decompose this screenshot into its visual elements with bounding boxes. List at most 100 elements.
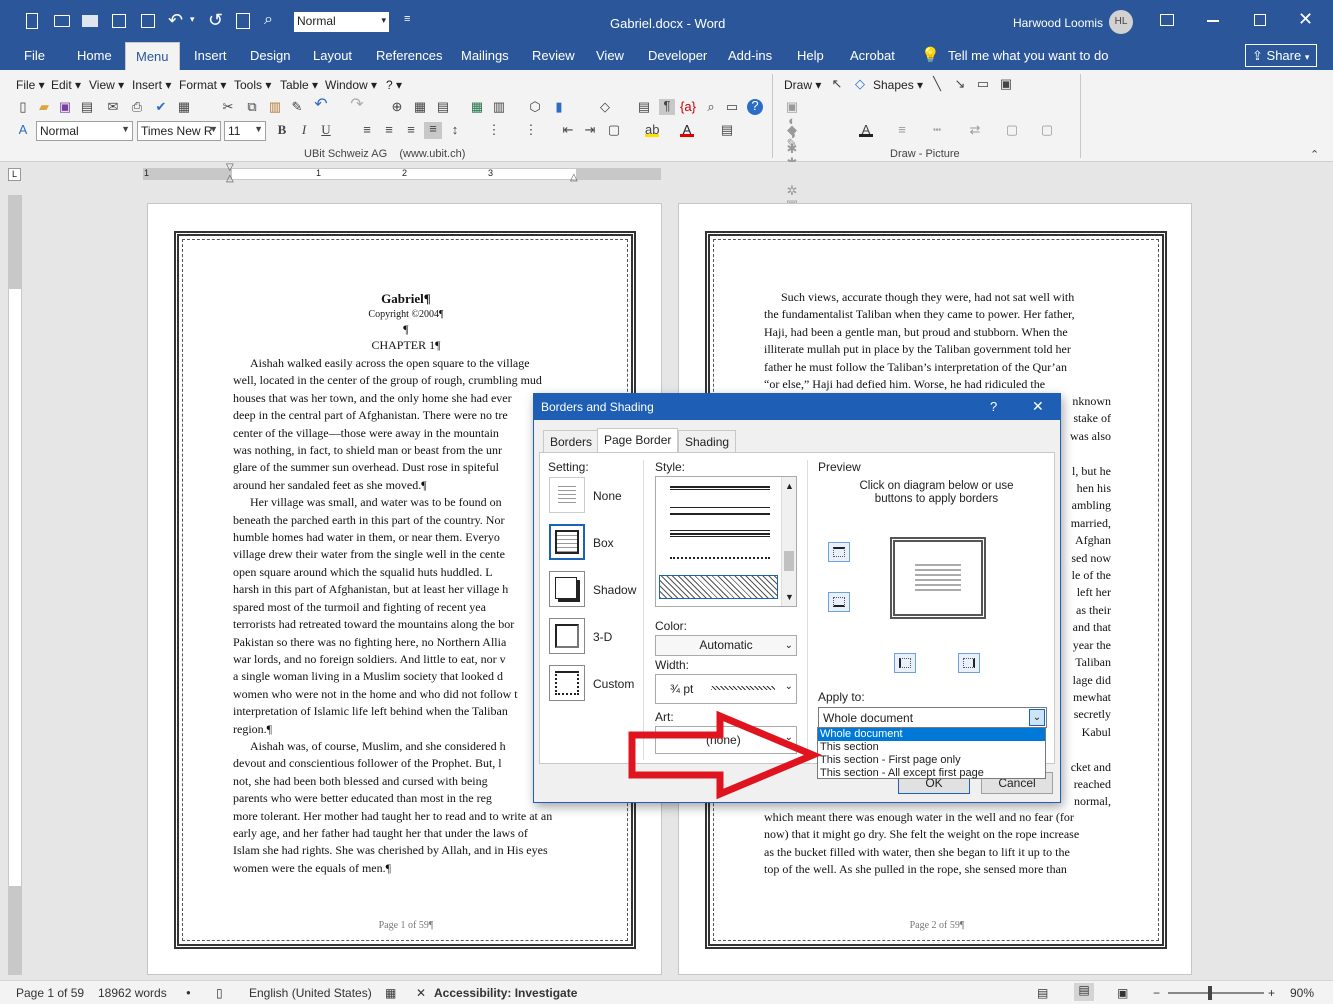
customize-qat-icon[interactable]: ≡ xyxy=(404,13,410,25)
collapse-ribbon-icon[interactable]: ⌃ xyxy=(1310,148,1319,161)
left-border-button[interactable] xyxy=(894,653,916,673)
web-layout-icon[interactable]: ▣ xyxy=(1117,986,1128,1000)
table-icon[interactable]: ▦ xyxy=(413,100,427,114)
tab-insert[interactable]: Insert xyxy=(194,48,227,63)
setting-none-thumb[interactable] xyxy=(549,477,585,513)
undo-icon[interactable]: ↶ xyxy=(168,10,183,31)
research-icon[interactable]: ▦ xyxy=(177,100,191,114)
bold-icon[interactable]: B xyxy=(275,123,289,137)
tab-selector-icon[interactable]: L xyxy=(8,168,21,181)
zoom-slider-thumb[interactable] xyxy=(1208,986,1212,1000)
tab-references[interactable]: References xyxy=(376,48,442,63)
share-button[interactable]: ⇪ Share ▾ xyxy=(1245,44,1317,67)
horizontal-ruler[interactable]: 1 1 2 3 xyxy=(143,168,661,180)
help-circle-icon[interactable]: ? xyxy=(747,99,763,115)
styles-pane-icon[interactable]: ▤ xyxy=(720,123,734,137)
line-style-option[interactable] xyxy=(670,486,770,490)
apply-option-this-section[interactable]: This section xyxy=(818,741,1045,754)
tab-page-border[interactable]: Page Border xyxy=(597,428,679,453)
dash-style-icon[interactable]: ┅ xyxy=(930,123,944,137)
tab-view[interactable]: View xyxy=(596,48,624,63)
print-layout-icon[interactable]: ▤ xyxy=(1074,983,1094,1001)
copy-icon[interactable]: ⧉ xyxy=(245,100,259,114)
top-border-button[interactable] xyxy=(828,542,850,562)
style-combo[interactable]: Normal ▼ xyxy=(36,121,133,141)
minimize-icon[interactable] xyxy=(1207,20,1219,22)
drawing-icon[interactable]: ⬡ xyxy=(528,100,542,114)
menu-draw[interactable]: Draw ▾ xyxy=(784,78,821,92)
paste-icon[interactable]: ▥ xyxy=(268,100,282,114)
picture-tools-row2-icon[interactable]: ◆ ✎ xyxy=(785,123,799,151)
align-left-icon[interactable]: ≡ xyxy=(360,123,374,137)
menu-file[interactable]: File ▾ xyxy=(16,78,45,92)
numbering-icon[interactable]: ⋮ xyxy=(487,123,501,137)
line-style-option[interactable] xyxy=(670,507,770,515)
font-size-combo[interactable]: 11 ▼ xyxy=(224,121,266,141)
tab-home[interactable]: Home xyxy=(77,48,112,63)
accessibility-icon[interactable]: ✕ xyxy=(416,986,426,1000)
tab-review[interactable]: Review xyxy=(532,48,575,63)
setting-shadow-thumb[interactable] xyxy=(549,571,585,607)
zoom-out-icon[interactable]: − xyxy=(1153,986,1160,1000)
undo-icon[interactable]: ↶ xyxy=(314,97,328,113)
menu-insert[interactable]: Insert ▾ xyxy=(132,78,171,92)
avatar[interactable]: HL xyxy=(1109,10,1133,34)
new-doc-icon[interactable]: ▯ xyxy=(16,100,30,114)
dialog-close-button[interactable]: ✕ xyxy=(1032,398,1044,415)
right-border-button[interactable] xyxy=(958,653,980,673)
tab-borders[interactable]: Borders xyxy=(543,430,600,452)
align-right-icon[interactable]: ≡ xyxy=(404,123,418,137)
underline-icon[interactable]: U xyxy=(319,123,333,137)
font-color-icon[interactable]: A xyxy=(859,123,873,137)
tell-me-search[interactable]: Tell me what you want to do xyxy=(948,48,1108,63)
line-icon[interactable]: ╲ xyxy=(930,77,944,91)
accessibility-status[interactable]: Accessibility: Investigate xyxy=(434,986,577,1000)
chevron-down-icon[interactable]: ▼ xyxy=(785,592,794,602)
setting-box-thumb[interactable] xyxy=(549,524,585,560)
scroll-thumb[interactable] xyxy=(784,551,794,571)
find-icon[interactable]: ⌕ xyxy=(264,11,273,29)
tab-shading[interactable]: Shading xyxy=(678,430,737,452)
color-dropdown[interactable]: Automatic ⌄ xyxy=(655,635,797,656)
italic-icon[interactable]: I xyxy=(297,123,311,137)
record-macro-icon[interactable]: ● xyxy=(186,988,191,997)
tab-developer[interactable]: Developer xyxy=(648,48,707,63)
line-spacing-icon[interactable]: ↕ xyxy=(448,123,462,137)
insert-table-icon[interactable]: ▤ xyxy=(436,100,450,114)
field-code-icon[interactable]: {a} xyxy=(680,100,696,114)
macro-icon[interactable]: ▦ xyxy=(385,986,396,1000)
word-count[interactable]: 18962 words xyxy=(98,986,167,1000)
redo-icon[interactable]: ↺ xyxy=(208,10,223,31)
menu-help[interactable]: ? ▾ xyxy=(386,78,402,92)
bullets-icon[interactable]: ⋮ xyxy=(524,123,538,137)
shapes-icon[interactable]: ◇ xyxy=(598,100,612,114)
folder-icon[interactable] xyxy=(82,15,98,27)
line-style-option[interactable] xyxy=(670,530,770,537)
styles-icon[interactable]: A xyxy=(16,123,30,137)
preview-page[interactable] xyxy=(890,537,986,619)
apply-option-first-page[interactable]: This section - First page only xyxy=(818,754,1045,767)
wordart-icon[interactable]: ▣ xyxy=(999,77,1013,91)
save-icon[interactable]: ▣ xyxy=(58,100,72,114)
3d-style-icon[interactable]: ▢ xyxy=(1040,123,1054,137)
read-mode-icon[interactable]: ▭ xyxy=(725,100,739,114)
font-color-icon[interactable]: A xyxy=(680,123,694,137)
apply-option-whole-document[interactable]: Whole document xyxy=(818,728,1045,741)
tab-menu[interactable]: Menu xyxy=(125,42,180,70)
tab-layout[interactable]: Layout xyxy=(313,48,352,63)
language[interactable]: English (United States) xyxy=(249,986,372,1000)
permission-icon[interactable]: ▤ xyxy=(80,100,94,114)
hyperlink-icon[interactable]: ⊕ xyxy=(390,100,404,114)
setting-custom-label[interactable]: Custom xyxy=(593,677,634,691)
menu-format[interactable]: Format ▾ xyxy=(179,78,226,92)
save-icon[interactable] xyxy=(112,14,126,28)
tab-mailings[interactable]: Mailings xyxy=(461,48,509,63)
line-style-option-selected[interactable] xyxy=(659,575,778,599)
tab-help[interactable]: Help xyxy=(797,48,824,63)
style-scrollbar[interactable]: ▲ ▼ xyxy=(781,477,796,606)
open-folder-icon[interactable]: ▰ xyxy=(37,100,51,114)
dialog-title-bar[interactable]: Borders and Shading ? ✕ xyxy=(534,394,1060,420)
chart-icon[interactable]: ▮ xyxy=(552,100,566,114)
tab-add-ins[interactable]: Add-ins xyxy=(728,48,772,63)
align-center-icon[interactable]: ≡ xyxy=(382,123,396,137)
